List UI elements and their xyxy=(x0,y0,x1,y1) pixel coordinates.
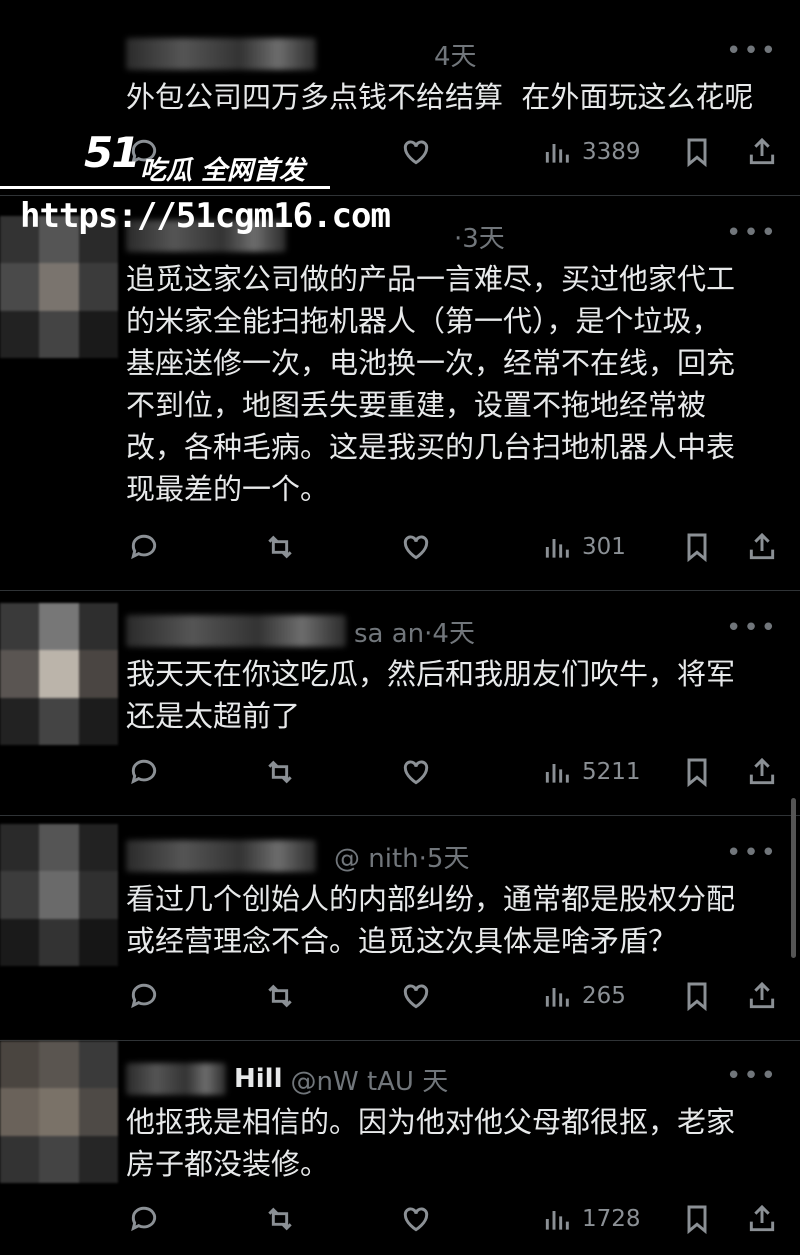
post-actions: 301 xyxy=(126,527,778,567)
reply-icon[interactable] xyxy=(128,1199,160,1239)
like-icon[interactable] xyxy=(400,132,432,172)
post-header: Hill @nW tAU 天 ••• xyxy=(126,1059,778,1099)
blurred-username xyxy=(126,1063,226,1095)
display-name[interactable]: Hill xyxy=(234,1064,283,1094)
reply-icon[interactable] xyxy=(128,752,160,792)
post-header: sa an·4天 ••• xyxy=(126,611,778,651)
bookmark-icon[interactable] xyxy=(681,132,713,172)
repost-icon[interactable] xyxy=(264,752,296,792)
bookmark-icon[interactable] xyxy=(681,527,713,567)
post-actions: 1728 xyxy=(126,1199,778,1239)
post-3[interactable]: sa an·4天 ••• 我天天在你这吃瓜，然后和我朋友们吹牛，将军 还是太超前… xyxy=(0,591,800,816)
share-icon[interactable] xyxy=(746,1199,778,1239)
post-meta: ·3天 xyxy=(454,223,505,254)
watermark-url: https://51cgm16.com xyxy=(20,196,391,236)
post-meta: sa an·4天 xyxy=(354,618,475,649)
views-icon xyxy=(545,764,569,783)
views-button[interactable]: 1728 xyxy=(542,1199,641,1239)
like-icon[interactable] xyxy=(400,752,432,792)
post-text: 他抠我是相信的。因为他对他父母都很抠，老家 房子都没装修。 xyxy=(126,1105,736,1181)
repost-icon[interactable] xyxy=(264,527,296,567)
post-meta: @ nith·5天 xyxy=(334,843,470,874)
reply-icon[interactable] xyxy=(128,976,160,1016)
post-text: 追觅这家公司做的产品一言难尽，买过他家代工 的米家全能扫拖机器人（第一代），是个… xyxy=(126,262,736,506)
share-icon[interactable] xyxy=(746,132,778,172)
views-button[interactable]: 3389 xyxy=(542,132,641,172)
more-icon[interactable]: ••• xyxy=(726,36,778,66)
more-icon[interactable]: ••• xyxy=(726,838,778,868)
views-button[interactable]: 5211 xyxy=(542,752,641,792)
repost-icon[interactable] xyxy=(264,1199,296,1239)
like-icon[interactable] xyxy=(400,1199,432,1239)
reply-icon[interactable] xyxy=(128,527,160,567)
views-icon xyxy=(545,1211,569,1230)
blurred-username xyxy=(126,615,346,647)
repost-icon[interactable] xyxy=(264,976,296,1016)
views-icon xyxy=(545,144,569,163)
post-actions: 5211 xyxy=(126,752,778,792)
like-icon[interactable] xyxy=(400,976,432,1016)
bookmark-icon[interactable] xyxy=(681,976,713,1016)
blurred-username xyxy=(126,38,316,70)
post-text: 看过几个创始人的内部纠纷，通常都是股权分配 或经营理念不合。追觅这次具体是啥矛盾… xyxy=(126,882,736,958)
avatar xyxy=(0,824,118,966)
more-icon[interactable]: ••• xyxy=(726,218,778,248)
share-icon[interactable] xyxy=(746,752,778,792)
watermark-divider xyxy=(0,186,330,189)
post-actions: 265 xyxy=(126,976,778,1016)
bookmark-icon[interactable] xyxy=(681,752,713,792)
post-meta: @nW tAU 天 xyxy=(290,1066,449,1097)
avatar xyxy=(0,603,118,745)
share-icon[interactable] xyxy=(746,976,778,1016)
post-header: @ nith·5天 ••• xyxy=(126,836,778,876)
post-text: 外包公司四万多点钱不给结算 在外面玩这么花呢 xyxy=(126,80,754,114)
views-button[interactable]: 265 xyxy=(542,976,626,1016)
post-4[interactable]: @ nith·5天 ••• 看过几个创始人的内部纠纷，通常都是股权分配 或经营理… xyxy=(0,816,800,1041)
more-icon[interactable]: ••• xyxy=(726,1061,778,1091)
watermark: 51 吃瓜 全网首发 https://51cgm16.com xyxy=(0,128,391,243)
more-icon[interactable]: ••• xyxy=(726,613,778,643)
views-count: 301 xyxy=(582,534,626,560)
avatar xyxy=(0,1041,118,1183)
post-5[interactable]: Hill @nW tAU 天 ••• 他抠我是相信的。因为他对他父母都很抠，老家… xyxy=(0,1041,800,1255)
post-text: 我天天在你这吃瓜，然后和我朋友们吹牛，将军 还是太超前了 xyxy=(126,657,736,733)
views-count: 265 xyxy=(582,983,626,1009)
post-meta: 4天 xyxy=(434,41,477,72)
views-count: 3389 xyxy=(582,139,641,165)
like-icon[interactable] xyxy=(400,527,432,567)
blurred-username xyxy=(126,840,316,872)
post-2[interactable]: ·3天 ••• 追觅这家公司做的产品一言难尽，买过他家代工 的米家全能扫拖机器人… xyxy=(0,196,800,591)
scrollbar[interactable] xyxy=(791,798,796,958)
bookmark-icon[interactable] xyxy=(681,1199,713,1239)
share-icon[interactable] xyxy=(746,527,778,567)
views-icon xyxy=(545,988,569,1007)
watermark-logo: 51 xyxy=(84,128,140,177)
post-header: 4天 ••• xyxy=(126,34,778,74)
views-count: 1728 xyxy=(582,1206,641,1232)
views-icon xyxy=(545,539,569,558)
views-count: 5211 xyxy=(582,759,641,785)
views-button[interactable]: 301 xyxy=(542,527,626,567)
watermark-tag: 吃瓜 全网首发 xyxy=(140,156,306,186)
